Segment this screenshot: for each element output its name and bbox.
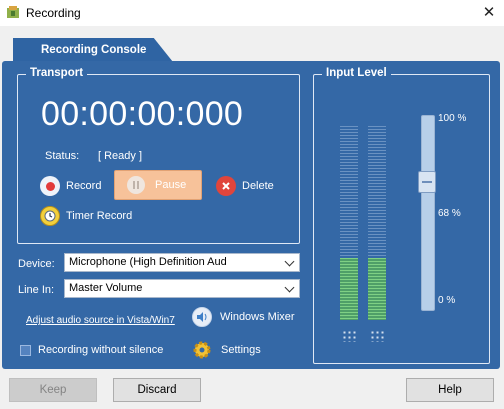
- device-label: Device:: [18, 258, 55, 270]
- timer-record-button[interactable]: Timer Record: [40, 204, 132, 228]
- tick-label-68: 68 %: [438, 208, 461, 219]
- tab-label: Recording Console: [41, 44, 147, 56]
- app-icon: [7, 6, 19, 18]
- timer-display: 00:00:00:000: [41, 95, 244, 133]
- pause-button[interactable]: Pause: [114, 170, 202, 200]
- tick-label-100: 100 %: [438, 113, 467, 124]
- input-level-title: Input Level: [322, 67, 391, 79]
- line-in-select[interactable]: Master Volume: [64, 279, 300, 298]
- record-button[interactable]: Record: [40, 174, 101, 198]
- recording-console-panel: Transport 00:00:00:000 Status: [ Ready ]…: [2, 61, 500, 369]
- gear-icon: [193, 341, 211, 359]
- meter-grip-icon: [370, 330, 384, 342]
- keep-button[interactable]: Keep: [9, 378, 97, 402]
- level-meter-right: [368, 126, 386, 320]
- device-value: Microphone (High Definition Aud: [69, 256, 227, 268]
- meter-grip-icon: [342, 330, 356, 342]
- clock-icon: [40, 206, 60, 226]
- status-label: Status:: [45, 150, 80, 162]
- windows-mixer-button[interactable]: Windows Mixer: [192, 307, 295, 327]
- delete-button[interactable]: Delete: [216, 174, 274, 198]
- windows-mixer-label: Windows Mixer: [220, 311, 295, 323]
- device-select[interactable]: Microphone (High Definition Aud: [64, 253, 300, 272]
- transport-title: Transport: [26, 67, 88, 79]
- chevron-down-icon: [284, 282, 295, 293]
- close-button[interactable]: ✕: [474, 0, 504, 26]
- timer-record-label: Timer Record: [66, 210, 133, 222]
- level-meter-fill: [368, 257, 386, 320]
- settings-button[interactable]: Settings: [192, 340, 261, 360]
- settings-label: Settings: [221, 344, 261, 356]
- level-meter-left: [340, 126, 358, 320]
- checkbox-box[interactable]: [20, 344, 31, 356]
- speaker-icon: [192, 307, 212, 327]
- level-meter-fill: [340, 257, 358, 320]
- window-title: Recording: [26, 6, 81, 20]
- recording-without-silence-label: Recording without silence: [38, 344, 164, 356]
- delete-label: Delete: [242, 180, 274, 192]
- tab-recording-console[interactable]: Recording Console: [13, 38, 173, 62]
- pause-label: Pause: [155, 179, 187, 191]
- adjust-audio-source-link[interactable]: Adjust audio source in Vista/Win7: [26, 315, 175, 326]
- delete-icon: [216, 176, 236, 196]
- volume-slider-track[interactable]: [421, 115, 435, 311]
- pause-icon: [127, 176, 145, 194]
- transport-group: Transport 00:00:00:000 Status: [ Ready ]…: [17, 67, 300, 244]
- record-label: Record: [66, 180, 102, 192]
- help-button[interactable]: Help: [406, 378, 494, 402]
- chevron-down-icon: [284, 256, 295, 267]
- record-icon: [40, 176, 60, 196]
- title-bar: Recording ✕: [0, 0, 504, 26]
- status-value: [ Ready ]: [98, 150, 143, 162]
- recording-without-silence-checkbox[interactable]: Recording without silence: [20, 344, 163, 356]
- line-in-label: Line In:: [18, 284, 55, 296]
- discard-button[interactable]: Discard: [113, 378, 201, 402]
- volume-slider-thumb[interactable]: [418, 171, 436, 193]
- tick-label-0: 0 %: [438, 295, 456, 306]
- input-level-group: Input Level 100 % 68 % 0 %: [313, 67, 490, 364]
- line-in-value: Master Volume: [69, 282, 143, 294]
